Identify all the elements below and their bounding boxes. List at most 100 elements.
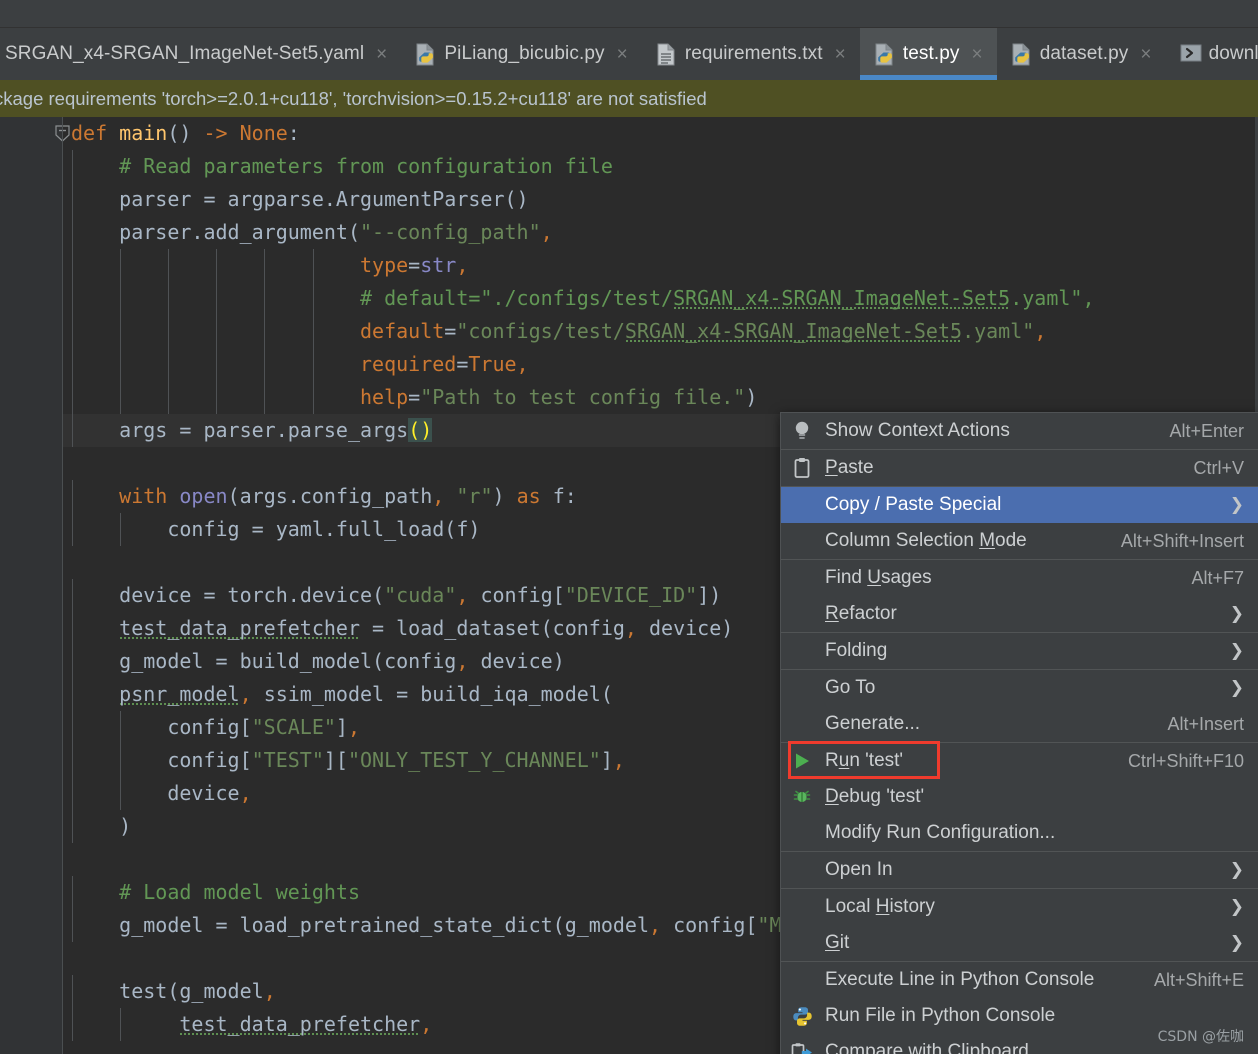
indent-guide [71,678,73,711]
editor-context-menu[interactable]: Show Context Actions Alt+Enter Paste Ctrl+… [780,412,1258,1054]
menu-item-shortcut: Alt+Shift+E [1153,969,1244,990]
menu-item-shortcut: Alt+F7 [1191,567,1244,588]
tab-close-icon[interactable]: × [617,45,628,64]
indent-guide [119,381,121,414]
menu-item-label: Git [825,932,850,953]
tab-label: requirements.txt [684,43,823,64]
indent-guide [167,348,169,381]
indent-guide [71,282,73,315]
gutter-line-number [0,587,4,599]
menu-item-execute-line-in-python-console[interactable]: Execute Line in Python Console Alt+Shift+… [781,962,1258,998]
menu-item-label: Generate... [825,713,921,734]
indent-guide [71,150,73,183]
chevron-right-icon: ❯ [1229,678,1244,698]
indent-guide [119,513,121,546]
indent-guide [312,249,314,282]
menu-item-folding[interactable]: Folding ❯ [781,633,1258,669]
indent-guide [71,645,73,678]
indent-guide [119,744,121,777]
menu-item-label: Column Selection Mode [825,530,1027,551]
editor-tab-test-py[interactable]: test.py × [859,28,997,80]
indent-guide [71,381,73,414]
menu-item-show-context-actions[interactable]: Show Context Actions Alt+Enter [781,413,1258,449]
menu-item-refactor[interactable]: Refactor ❯ [781,596,1258,632]
python-file-icon [874,43,894,66]
indent-guide [119,1008,121,1041]
menu-item-copy-paste-special[interactable]: Copy / Paste Special ❯ [781,487,1258,523]
menu-item-column-selection-mode[interactable]: Column Selection Mode Alt+Shift+Insert [781,523,1258,559]
gutter-line-number [0,257,4,269]
menu-item-shortcut: Ctrl+V [1193,457,1244,478]
indent-guide [312,348,314,381]
indent-guide [71,249,73,282]
menu-item-paste[interactable]: Paste Ctrl+V [781,450,1258,486]
menu-item-label: Open In [825,859,893,880]
indent-guide [264,315,266,348]
menu-item-git[interactable]: Git ❯ [781,925,1258,961]
gutter-line-number [0,719,4,731]
code-line: parser = argparse.ArgumentParser() [63,183,1258,216]
indent-guide [71,513,73,546]
indent-guide [312,282,314,315]
indent-guide [71,414,73,447]
menu-item-label: Execute Line in Python Console [825,969,1095,990]
editor-tab-dataset-py[interactable]: dataset.py × [997,28,1166,80]
tab-label: test.py [902,43,960,64]
indent-guide [71,975,73,1008]
lightbulb-icon [791,420,813,442]
menu-item-modify-run-configuration[interactable]: Modify Run Configuration... [781,815,1258,851]
indent-guide [119,249,121,282]
menu-item-label: Modify Run Configuration... [825,822,1056,843]
menu-item-run-test[interactable]: Run 'test' Ctrl+Shift+F10 [781,743,1258,779]
tab-close-icon[interactable]: × [1140,45,1151,64]
gutter-line-number [0,950,4,962]
tab-close-icon[interactable]: × [376,45,387,64]
indent-guide [71,1008,73,1041]
gutter-line-number [0,620,4,632]
menu-item-generate[interactable]: Generate... Alt+Insert [781,706,1258,742]
menu-item-label: Show Context Actions [825,420,1010,441]
tab-close-icon[interactable]: × [972,45,983,64]
gutter-line-number [0,884,4,896]
menu-item-label: Local History [825,896,935,917]
pycharm-window: SRGAN_x4-SRGAN_ImageNet-Set5.yaml × PiLia… [0,0,1258,1054]
indent-guide [71,579,73,612]
indent-guide [71,612,73,645]
indent-guide [264,348,266,381]
indent-guide [264,249,266,282]
editor-tab-requirements-txt[interactable]: requirements.txt × [642,28,860,80]
chevron-right-icon: ❯ [1229,897,1244,917]
menu-item-debug-test[interactable]: Debug 'test' [781,779,1258,815]
indent-guide [119,348,121,381]
gutter-line-number [0,455,4,467]
run-play-icon [791,750,813,772]
menu-item-open-in[interactable]: Open In ❯ [781,852,1258,888]
gutter-line-number [0,488,4,500]
compare-clipboard-icon [791,1041,813,1054]
python-file-icon [1011,43,1031,66]
text-file-icon [656,43,676,66]
python-icon [791,1005,813,1027]
menu-item-find-usages[interactable]: Find Usages Alt+F7 [781,560,1258,596]
editor-tab-srgan-x4-srgan-imagenet-set5-yaml[interactable]: SRGAN_x4-SRGAN_ImageNet-Set5.yaml × [0,28,401,80]
gutter-line-number [0,851,4,863]
gutter-line-number [0,752,4,764]
tab-label: download [1208,43,1258,64]
package-requirements-notification-bar[interactable]: ckage requirements 'torch>=2.0.1+cu118',… [0,80,1258,117]
editor-tab-download[interactable]: download [1166,28,1258,80]
menu-item-local-history[interactable]: Local History ❯ [781,889,1258,925]
tab-close-icon[interactable]: × [835,45,846,64]
gutter-line-number [0,356,4,368]
clipboard-icon [791,457,813,479]
gutter-line-number [0,785,4,797]
editor-gutter[interactable] [0,117,70,1054]
code-line: help="Path to test config file.") [63,381,1258,414]
tab-label: SRGAN_x4-SRGAN_ImageNet-Set5.yaml [5,43,365,64]
indent-guide [71,810,73,843]
menu-item-go-to[interactable]: Go To ❯ [781,670,1258,706]
menu-item-label: Refactor [825,603,897,624]
gutter-line-number [0,554,4,566]
indent-guide [119,315,121,348]
editor-tab-piliang-bicubic-py[interactable]: PiLiang_bicubic.py × [401,28,641,80]
indent-guide [216,348,218,381]
